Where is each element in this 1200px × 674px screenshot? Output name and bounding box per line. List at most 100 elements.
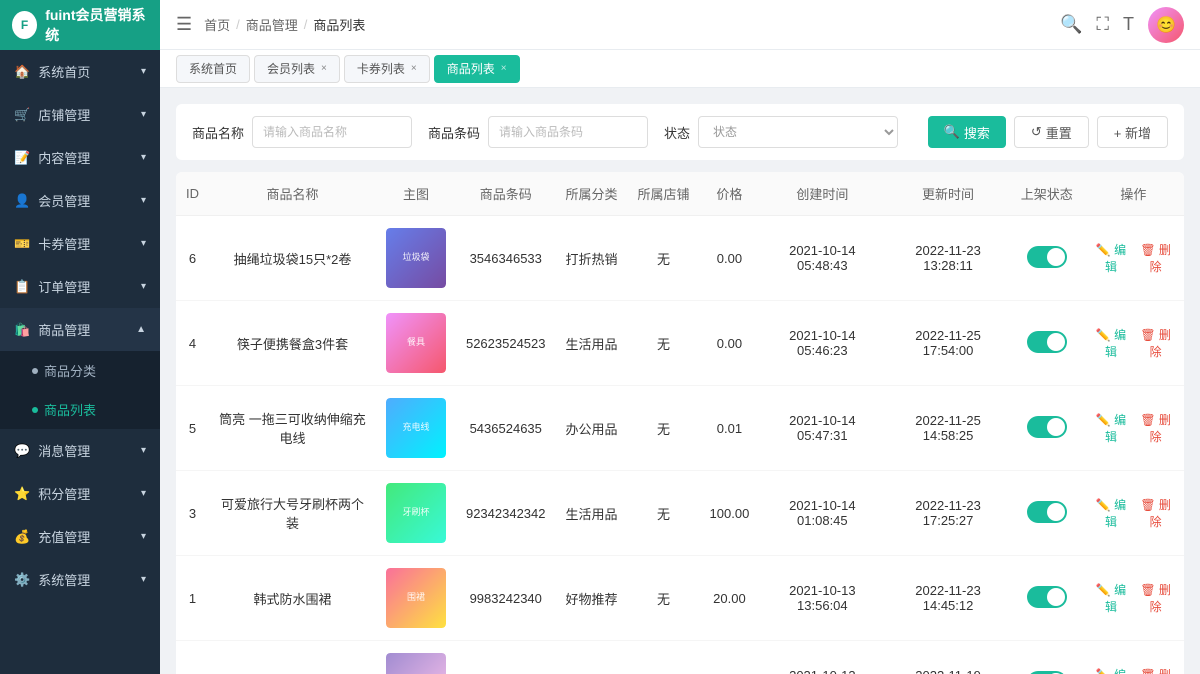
edit-button[interactable]: ✏️ 编辑 — [1093, 411, 1130, 445]
action-buttons: ✏️ 编辑 🗑 删除 — [1093, 326, 1174, 360]
tab-close-icon[interactable]: × — [411, 63, 417, 74]
tab-sys-home[interactable]: 系统首页 — [176, 55, 250, 83]
breadcrumb-home[interactable]: 首页 — [204, 15, 230, 34]
status-toggle[interactable] — [1027, 416, 1067, 438]
points-icon: ⭐ — [14, 486, 30, 502]
cell-shop: 无 — [628, 471, 700, 556]
cell-id: 6 — [176, 216, 209, 301]
cell-id: 5 — [176, 386, 209, 471]
delete-button[interactable]: 🗑 删除 — [1137, 496, 1174, 530]
menu-toggle-icon[interactable]: ☰ — [176, 14, 192, 35]
delete-button[interactable]: 🗑 删除 — [1137, 241, 1174, 275]
product-thumb-inner: 围裙 — [386, 568, 446, 628]
cell-updated: 2022-11-25 14:58:25 — [885, 386, 1010, 471]
breadcrumb-product-mgmt[interactable]: 商品管理 — [246, 15, 298, 34]
cell-shop: 无 — [628, 216, 700, 301]
product-thumb-inner: 垃圾袋 — [386, 228, 446, 288]
status-toggle[interactable] — [1027, 501, 1067, 523]
cell-thumb: 刀具 — [376, 641, 456, 674]
status-toggle[interactable] — [1027, 246, 1067, 268]
cell-category: 办公用品 — [556, 386, 628, 471]
status-toggle[interactable] — [1027, 586, 1067, 608]
sidebar-item-content[interactable]: 📝内容管理▾ — [0, 136, 160, 179]
breadcrumb-sep-1: / — [236, 17, 240, 32]
cell-barcode: 5436524635 — [456, 386, 556, 471]
col-header-创建时间: 创建时间 — [759, 172, 885, 216]
status-toggle[interactable] — [1027, 331, 1067, 353]
edit-button[interactable]: ✏️ 编辑 — [1093, 241, 1130, 275]
edit-button[interactable]: ✏️ 编辑 — [1093, 581, 1130, 615]
cell-created: 2021-10-13 13:56:04 — [759, 556, 885, 641]
coupon-icon: 🎫 — [14, 236, 30, 252]
sidebar-item-label: 内容管理 — [38, 148, 90, 167]
sidebar-item-recharge[interactable]: 💰充值管理▾ — [0, 515, 160, 558]
home-icon: 🏠 — [14, 64, 30, 80]
tab-close-icon[interactable]: × — [321, 63, 327, 74]
search-btn-label: 搜索 — [964, 123, 990, 142]
app-title: fuint会员营销系统 — [45, 5, 148, 45]
sidebar-sub-item-product-category[interactable]: 商品分类 — [0, 351, 160, 390]
sidebar-sub-item-product-list[interactable]: 商品列表 — [0, 390, 160, 429]
sidebar-item-shop[interactable]: 🛒店铺管理▾ — [0, 93, 160, 136]
cell-price: 0.00 — [700, 301, 760, 386]
sidebar-item-message[interactable]: 💬消息管理▾ — [0, 429, 160, 472]
content-area: 商品名称 商品条码 状态 状态 🔍 搜索 ↺ 重置 — [160, 88, 1200, 674]
table-row: 2小掌门刀具3件套刀具3423423打折热销无89.002021-10-13 1… — [176, 641, 1184, 674]
tab-member-list[interactable]: 会员列表× — [254, 55, 340, 83]
chevron-icon: ▾ — [141, 66, 146, 77]
delete-button[interactable]: 🗑 删除 — [1137, 326, 1174, 360]
delete-button[interactable]: 🗑 删除 — [1137, 581, 1174, 615]
reset-button[interactable]: ↺ 重置 — [1014, 116, 1089, 148]
delete-button[interactable]: 🗑 删除 — [1137, 666, 1174, 674]
add-button[interactable]: + 新增 — [1097, 116, 1168, 148]
tab-product-list[interactable]: 商品列表× — [434, 55, 520, 83]
fullscreen-icon[interactable]: ⛶ — [1096, 14, 1109, 35]
cell-status — [1011, 301, 1083, 386]
sidebar-item-label: 会员管理 — [38, 191, 90, 210]
sidebar-item-member[interactable]: 👤会员管理▾ — [0, 179, 160, 222]
cell-created: 2021-10-14 05:48:43 — [759, 216, 885, 301]
cell-thumb: 牙刷杯 — [376, 471, 456, 556]
cell-updated: 2022-11-19 21:51:16 — [885, 641, 1010, 674]
product-icon: 🛍️ — [14, 322, 30, 338]
product-name-text: 可爱旅行大号牙刷杯两个装 — [221, 497, 364, 531]
cell-name: 韩式防水围裙 — [209, 556, 376, 641]
product-image: 牙刷杯 — [386, 483, 446, 543]
delete-button[interactable]: 🗑 删除 — [1137, 411, 1174, 445]
content-icon: 📝 — [14, 150, 30, 166]
edit-button[interactable]: ✏️ 编辑 — [1093, 326, 1130, 360]
chevron-icon: ▾ — [141, 109, 146, 120]
cell-shop: 无 — [628, 386, 700, 471]
sidebar-item-home[interactable]: 🏠系统首页▾ — [0, 50, 160, 93]
edit-button[interactable]: ✏️ 编辑 — [1093, 496, 1130, 530]
action-buttons: ✏️ 编辑 🗑 删除 — [1093, 666, 1174, 674]
status-select[interactable]: 状态 — [698, 116, 898, 148]
search-icon[interactable]: 🔍 — [1060, 14, 1082, 35]
sidebar-item-label: 积分管理 — [38, 484, 90, 503]
tab-coupon-list[interactable]: 卡券列表× — [344, 55, 430, 83]
cell-name: 抽绳垃圾袋15只*2卷 — [209, 216, 376, 301]
col-header-所属店铺: 所属店铺 — [628, 172, 700, 216]
sidebar-item-label: 消息管理 — [38, 441, 90, 460]
cell-status — [1011, 641, 1083, 674]
cell-shop: 无 — [628, 301, 700, 386]
sidebar-item-system[interactable]: ⚙️系统管理▾ — [0, 558, 160, 601]
product-code-input[interactable] — [488, 116, 648, 148]
tab-close-icon[interactable]: × — [501, 63, 507, 74]
status-toggle[interactable] — [1027, 671, 1067, 674]
product-image: 充电线 — [386, 398, 446, 458]
search-button[interactable]: 🔍 搜索 — [928, 116, 1006, 148]
product-name-input[interactable] — [252, 116, 412, 148]
sidebar-item-order[interactable]: 📋订单管理▾ — [0, 265, 160, 308]
product-image: 垃圾袋 — [386, 228, 446, 288]
avatar[interactable]: 😊 — [1148, 7, 1184, 43]
main-area: ☰ 首页 / 商品管理 / 商品列表 🔍 ⛶ T 😊 系统首页会员列表×卡券列表… — [160, 0, 1200, 674]
sidebar-item-coupon[interactable]: 🎫卡券管理▾ — [0, 222, 160, 265]
edit-button[interactable]: ✏️ 编辑 — [1093, 666, 1130, 674]
sidebar-item-product[interactable]: 🛍️商品管理▲ — [0, 308, 160, 351]
product-code-field: 商品条码 — [428, 116, 648, 148]
cell-thumb: 充电线 — [376, 386, 456, 471]
font-icon[interactable]: T — [1123, 14, 1134, 35]
sidebar-item-points[interactable]: ⭐积分管理▾ — [0, 472, 160, 515]
cell-status — [1011, 216, 1083, 301]
